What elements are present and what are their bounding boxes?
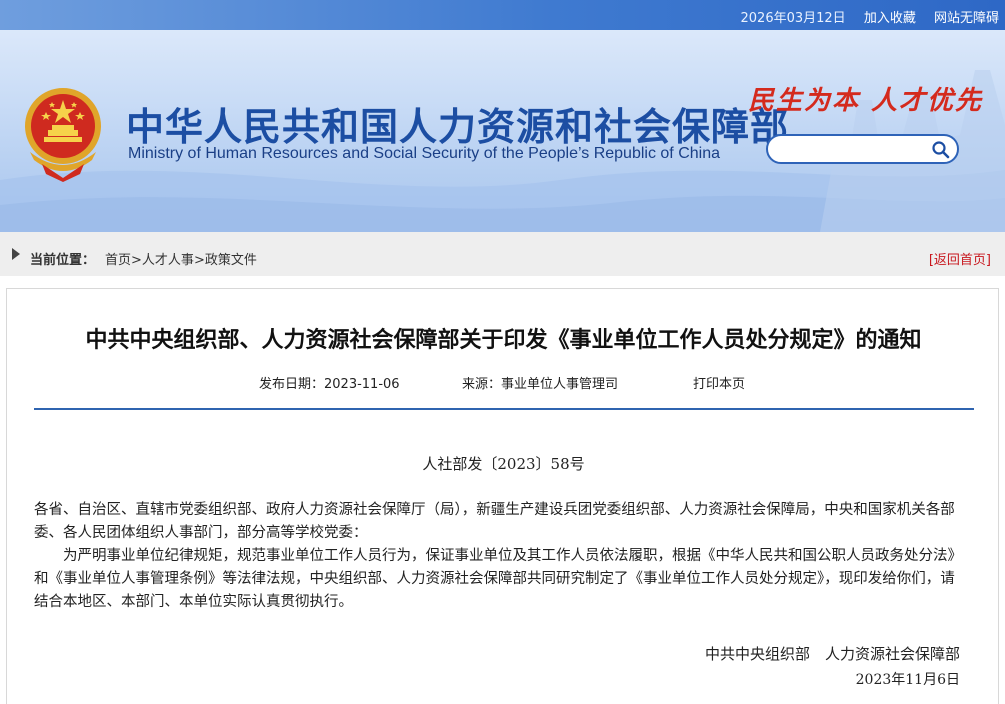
current-date: 2026年03月12日 bbox=[740, 11, 846, 26]
breadcrumb-separator: > bbox=[193, 253, 205, 268]
site-banner: 中华人民共和国人力资源和社会保障部 Ministry of Human Reso… bbox=[0, 30, 1005, 232]
print-link[interactable]: 打印本页 bbox=[693, 373, 745, 392]
publish-date-value: 2023-11-06 bbox=[324, 377, 400, 392]
signers: 中共中央组织部 人力资源社会保障部 bbox=[704, 645, 960, 663]
breadcrumb-arrow-icon bbox=[12, 248, 20, 260]
source-value: 事业单位人事管理司 bbox=[501, 377, 619, 392]
breadcrumb-policy[interactable]: 政策文件 bbox=[205, 253, 257, 268]
accessibility-link[interactable]: 网站无障碍 bbox=[934, 11, 999, 26]
national-emblem-icon bbox=[25, 88, 101, 182]
site-title-cn: 中华人民共和国人力资源和社会保障部 bbox=[126, 105, 790, 149]
search-input[interactable] bbox=[780, 140, 930, 160]
top-utility-bar: 2026年03月12日 加入收藏 网站无障碍 bbox=[0, 0, 1005, 30]
sign-date: 2023年11月6日 bbox=[855, 672, 960, 688]
article-panel: 中共中央组织部、人力资源社会保障部关于印发《事业单位工作人员处分规定》的通知 发… bbox=[6, 288, 999, 704]
article-title: 中共中央组织部、人力资源社会保障部关于印发《事业单位工作人员处分规定》的通知 bbox=[85, 328, 922, 353]
breadcrumb-label: 当前位置： bbox=[30, 253, 96, 268]
breadcrumb-separator: > bbox=[131, 253, 142, 268]
publish-date: 发布日期：2023-11-06 bbox=[259, 373, 400, 392]
article-source: 来源：事业单位人事管理司 bbox=[462, 373, 618, 392]
search-box bbox=[766, 134, 959, 164]
source-label: 来源： bbox=[462, 377, 502, 392]
site-title-en: Ministry of Human Resources and Social S… bbox=[128, 145, 720, 162]
recipients-paragraph: 各省、自治区、直辖市党委组织部、政府人力资源社会保障厅（局），新疆生产建设兵团党… bbox=[34, 502, 955, 541]
breadcrumb: 当前位置： 首页>人才人事>政策文件 [返回首页] bbox=[0, 232, 1005, 276]
document-number: 人社部发〔2023〕58号 bbox=[422, 455, 585, 473]
add-favorite-link[interactable]: 加入收藏 bbox=[864, 11, 916, 26]
top-links: 2026年03月12日 加入收藏 网站无障碍 bbox=[727, 7, 999, 26]
body-paragraph: 为严明事业单位纪律规矩，规范事业单位工作人员行为，保证事业单位及其工作人员依法履… bbox=[34, 548, 962, 610]
search-icon[interactable] bbox=[931, 140, 951, 160]
site-slogan: 民生为本 人才优先 bbox=[748, 86, 984, 116]
back-home-link[interactable]: [返回首页] bbox=[929, 249, 991, 268]
breadcrumb-talent[interactable]: 人才人事 bbox=[142, 253, 194, 268]
publish-label: 发布日期： bbox=[259, 377, 325, 392]
title-divider bbox=[34, 408, 974, 410]
breadcrumb-path: 首页>人才人事>政策文件 bbox=[105, 249, 257, 268]
breadcrumb-home[interactable]: 首页 bbox=[105, 253, 131, 268]
